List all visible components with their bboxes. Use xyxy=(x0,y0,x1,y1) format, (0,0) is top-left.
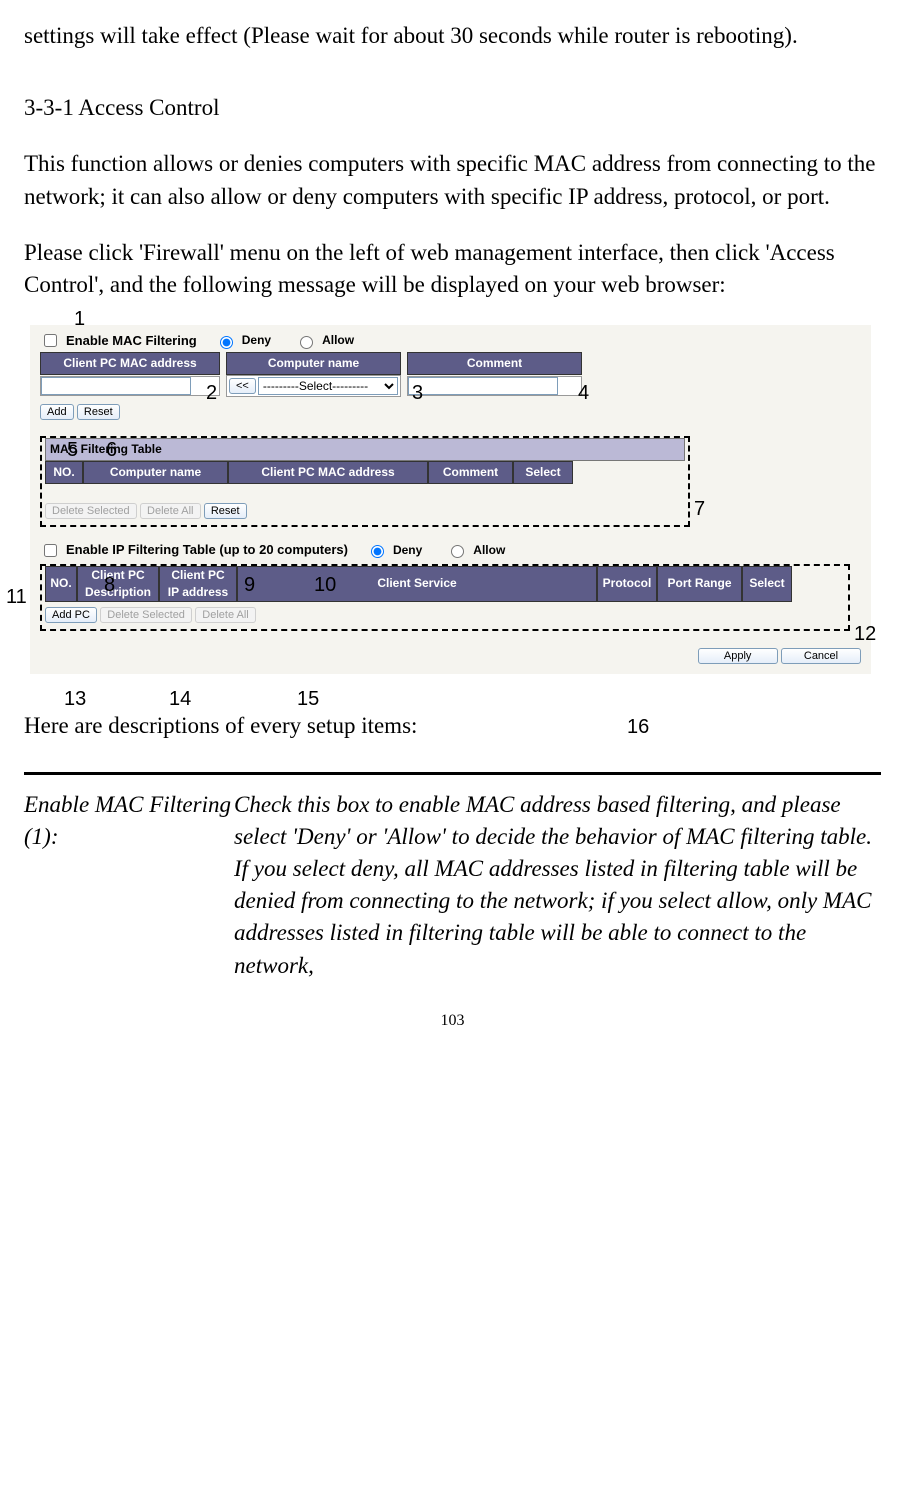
delete-all-button-2[interactable]: Delete All xyxy=(195,607,255,623)
paragraph-1: This function allows or denies computers… xyxy=(24,148,881,212)
delete-selected-button-2[interactable]: Delete Selected xyxy=(100,607,192,623)
add-button[interactable]: Add xyxy=(40,404,74,420)
mac-allow-radio[interactable] xyxy=(300,336,313,349)
mac-filtering-table-box: MAC Filtering Table NO. Computer name Cl… xyxy=(40,436,690,527)
annot-1: 1 xyxy=(74,305,85,333)
ip-col-portrange: Port Range xyxy=(657,566,742,602)
paragraph-2: Please click 'Firewall' menu on the left… xyxy=(24,237,881,301)
mac-table-col-select: Select xyxy=(513,461,573,484)
apply-button[interactable]: Apply xyxy=(698,648,778,664)
annot-3: 3 xyxy=(412,379,423,407)
annot-14: 14 xyxy=(169,685,191,713)
annot-13: 13 xyxy=(64,685,86,713)
reset-button-1[interactable]: Reset xyxy=(77,404,120,420)
annot-11: 11 xyxy=(6,583,27,611)
ip-allow-label: Allow xyxy=(473,542,505,559)
mac-table-col-comment: Comment xyxy=(428,461,513,484)
ip-col-select: Select xyxy=(742,566,792,602)
add-pc-button[interactable]: Add PC xyxy=(45,607,97,623)
enable-ip-label: Enable IP Filtering Table (up to 20 comp… xyxy=(66,541,348,559)
annot-12: 12 xyxy=(854,620,876,648)
ip-deny-label: Deny xyxy=(393,542,422,559)
ip-filtering-table-box: NO. Client PC Description Client PC IP a… xyxy=(40,564,850,631)
annot-8: 8 xyxy=(104,571,115,599)
enable-mac-checkbox[interactable] xyxy=(44,334,57,347)
intro-paragraph: settings will take effect (Please wait f… xyxy=(24,20,881,52)
mac-deny-radio[interactable] xyxy=(220,336,233,349)
enable-mac-label: Enable MAC Filtering xyxy=(66,332,197,350)
mac-table-col-mac: Client PC MAC address xyxy=(228,461,428,484)
ip-enable-row: Enable IP Filtering Table (up to 20 comp… xyxy=(40,541,861,560)
ip-col-no: NO. xyxy=(45,566,77,602)
annot-7: 7 xyxy=(694,495,705,523)
annot-2: 2 xyxy=(206,379,217,407)
annot-5: 5 xyxy=(67,436,78,464)
ip-col-protocol: Protocol xyxy=(597,566,657,602)
delete-selected-button-1[interactable]: Delete Selected xyxy=(45,503,137,519)
annot-9: 9 xyxy=(244,571,255,599)
delete-all-button-1[interactable]: Delete All xyxy=(140,503,200,519)
computer-name-select[interactable]: ---------Select--------- xyxy=(258,377,398,395)
ip-col-service: Client Service xyxy=(237,566,597,602)
post-paragraph: Here are descriptions of every setup ite… xyxy=(24,710,881,742)
annot-16: 16 xyxy=(627,713,649,741)
mac-table-col-no: NO. xyxy=(45,461,83,484)
description-row: Enable MAC Filtering (1): Check this box… xyxy=(24,789,881,982)
description-text: Check this box to enable MAC address bas… xyxy=(234,789,881,982)
copy-name-button[interactable]: << xyxy=(229,378,256,394)
mac-deny-label: Deny xyxy=(242,332,271,349)
divider xyxy=(24,772,881,775)
comment-input[interactable] xyxy=(408,377,558,395)
ip-col-desc: Client PC Description xyxy=(77,566,159,602)
col-name-header: Computer name xyxy=(226,352,401,375)
mac-allow-label: Allow xyxy=(322,332,354,349)
annot-6: 6 xyxy=(106,436,117,464)
mac-table-title: MAC Filtering Table xyxy=(45,438,685,461)
mac-enable-row: Enable MAC Filtering Deny Allow xyxy=(40,331,861,350)
description-label: Enable MAC Filtering (1): xyxy=(24,789,234,982)
col-mac-header: Client PC MAC address xyxy=(40,352,220,375)
enable-ip-checkbox[interactable] xyxy=(44,544,57,557)
section-heading: 3-3-1 Access Control xyxy=(24,92,881,124)
ip-allow-radio[interactable] xyxy=(451,545,464,558)
mac-table-col-name: Computer name xyxy=(83,461,228,484)
annot-10: 10 xyxy=(314,571,336,599)
ip-deny-radio[interactable] xyxy=(371,545,384,558)
cancel-button[interactable]: Cancel xyxy=(781,648,861,664)
router-screenshot: 1 2 3 4 5 6 7 8 9 10 11 12 13 14 15 16 E… xyxy=(24,325,881,673)
annot-4: 4 xyxy=(578,379,589,407)
annot-15: 15 xyxy=(297,685,319,713)
page-number: 103 xyxy=(24,1010,881,1032)
reset-button-2[interactable]: Reset xyxy=(204,503,247,519)
ip-col-ip: Client PC IP address xyxy=(159,566,237,602)
mac-address-input[interactable] xyxy=(41,377,191,395)
col-comment-header: Comment xyxy=(407,352,582,375)
